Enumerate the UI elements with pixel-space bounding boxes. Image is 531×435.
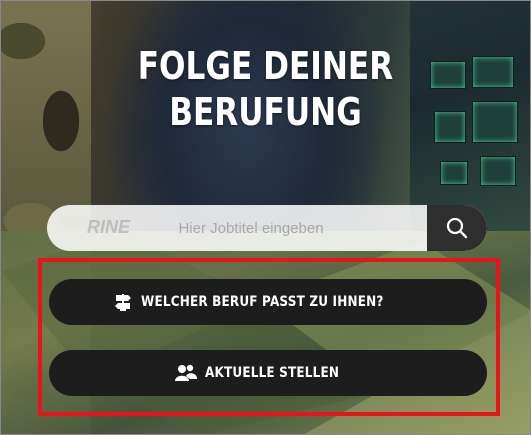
hero-screenshot: FOLGE DEINER BERUFUNG RINE WELCHER BERUF… [0,0,531,435]
search-button[interactable] [427,205,487,251]
search-icon [446,217,468,239]
current-jobs-button[interactable]: AKTUELLE STELLEN [49,350,487,396]
hero-headline: FOLGE DEINER BERUFUNG [49,43,483,135]
career-match-label: WELCHER BERUF PASST ZU IHNEN? [141,294,384,310]
current-jobs-label: AKTUELLE STELLEN [205,365,340,381]
people-icon [175,363,198,383]
headline-line-1: FOLGE DEINER [137,44,394,88]
headline-line-2: BERUFUNG [169,90,362,134]
direction-sign-icon [113,292,133,312]
job-title-input[interactable] [47,205,425,251]
job-search-bar: RINE [47,205,487,251]
career-match-button[interactable]: WELCHER BERUF PASST ZU IHNEN? [49,279,487,325]
